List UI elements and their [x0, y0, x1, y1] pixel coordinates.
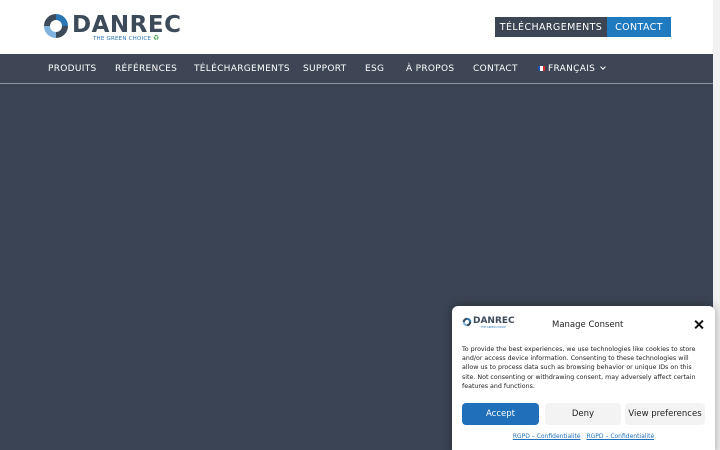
language-switcher[interactable]: FRANÇAIS — [538, 54, 607, 83]
language-label: FRANÇAIS — [548, 63, 596, 74]
nav-item-telechargements[interactable]: TÉLÉCHARGEMENTS — [194, 54, 290, 83]
deny-button[interactable]: Deny — [545, 403, 621, 425]
chevron-down-icon — [600, 63, 607, 70]
accept-button[interactable]: Accept — [462, 403, 539, 425]
privacy-link[interactable]: RGPD – Confidentialité — [513, 433, 581, 440]
cookie-consent-dialog: DANREC THE GREEN CHOICE Manage Consent T… — [452, 306, 715, 450]
consent-body-text: To provide the best experiences, we use … — [462, 346, 696, 390]
downloads-button[interactable]: TÉLÉCHARGEMENTS — [495, 17, 607, 37]
logo-tagline-text: THE GREEN CHOICE — [93, 36, 152, 42]
danrec-logo[interactable]: DANREC THE GREEN CHOICE ♻ — [42, 12, 181, 44]
nav-item-a-propos[interactable]: À PROPOS — [406, 54, 454, 83]
nav-item-esg[interactable]: ESG — [365, 54, 384, 83]
nav-item-produits[interactable]: PRODUITS — [48, 54, 97, 83]
consent-logo-tagline: THE GREEN CHOICE — [481, 326, 506, 329]
danrec-logo-icon — [44, 14, 68, 38]
site-header: DANREC THE GREEN CHOICE ♻ TÉLÉCHARGEMENT… — [0, 0, 713, 54]
logo-tagline: THE GREEN CHOICE ♻ — [93, 34, 160, 42]
close-icon[interactable] — [693, 319, 705, 331]
danrec-logo-icon — [462, 317, 472, 327]
nav-item-contact[interactable]: CONTACT — [473, 54, 518, 83]
french-flag-icon — [538, 66, 545, 71]
recycle-icon: ♻ — [153, 34, 160, 42]
view-preferences-button[interactable]: View preferences — [625, 403, 705, 425]
consent-logo: DANREC THE GREEN CHOICE — [462, 316, 515, 330]
consent-links: RGPD – Confidentialité RGPD – Confidenti… — [452, 433, 715, 440]
nav-item-references[interactable]: RÉFÉRENCES — [115, 54, 177, 83]
main-nav: PRODUITS RÉFÉRENCES TÉLÉCHARGEMENTS SUPP… — [0, 54, 713, 84]
privacy-link[interactable]: RGPD – Confidentialité — [586, 433, 654, 440]
consent-logo-wordmark: DANREC — [473, 316, 515, 326]
contact-button[interactable]: CONTACT — [607, 17, 671, 37]
nav-item-support[interactable]: SUPPORT — [303, 54, 346, 83]
consent-title: Manage Consent — [552, 320, 624, 330]
